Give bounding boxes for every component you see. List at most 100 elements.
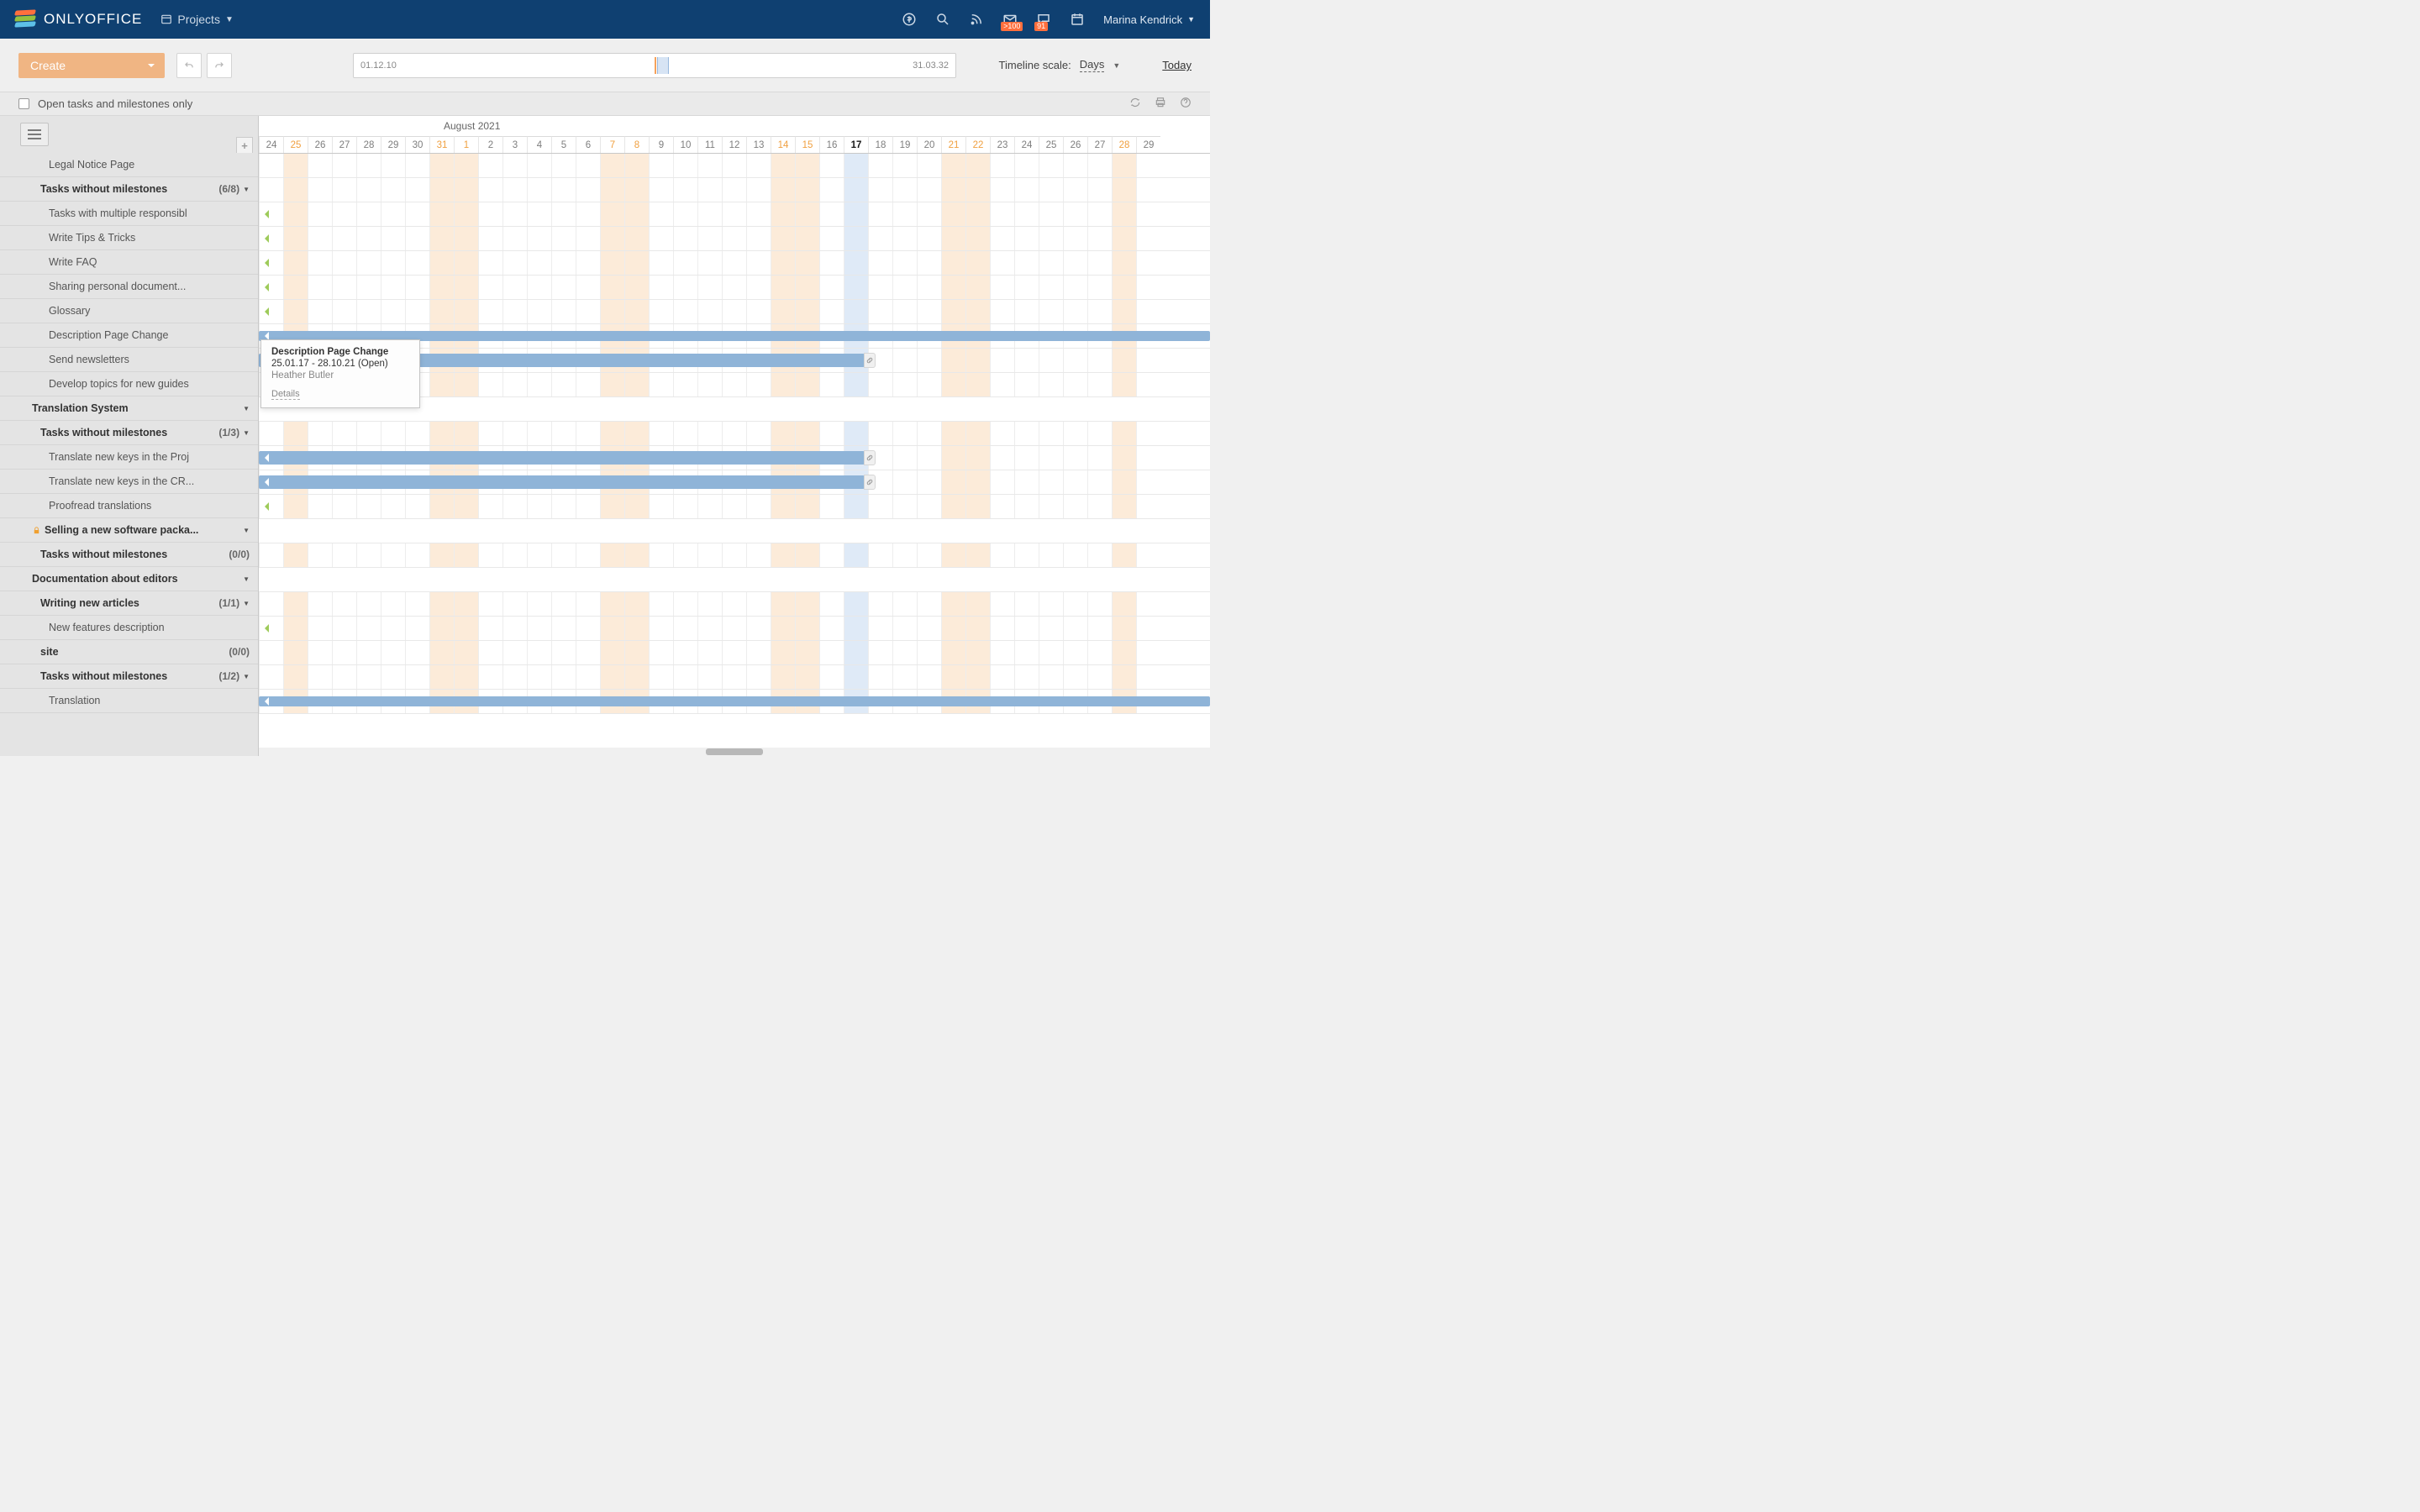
task-row[interactable]: Glossary xyxy=(0,299,258,323)
milestone-header[interactable]: Tasks without milestones(1/3) ▼ xyxy=(0,421,258,445)
undo-button[interactable] xyxy=(176,53,202,78)
project-row[interactable]: Selling a new software packa...▼ xyxy=(0,518,258,543)
lock-icon xyxy=(32,526,41,535)
chat-badge: 91 xyxy=(1034,22,1048,31)
gantt-row[interactable] xyxy=(259,202,1210,227)
calendar-icon[interactable] xyxy=(1070,12,1085,27)
row-count: (1/3) ▼ xyxy=(218,427,250,438)
gantt-bar[interactable] xyxy=(259,475,865,489)
task-row[interactable]: Develop topics for new guides xyxy=(0,372,258,396)
continues-left-icon xyxy=(260,307,269,316)
user-menu[interactable]: Marina Kendrick ▼ xyxy=(1103,13,1195,26)
task-row[interactable]: Translate new keys in the Proj xyxy=(0,445,258,470)
day-cell: 27 xyxy=(332,136,356,153)
gantt-row[interactable] xyxy=(259,568,1210,592)
create-button[interactable]: Create xyxy=(18,53,165,78)
tooltip-details-link[interactable]: Details xyxy=(271,389,300,400)
row-label: Description Page Change xyxy=(49,329,250,341)
gantt-row[interactable] xyxy=(259,276,1210,300)
gantt-row[interactable] xyxy=(259,178,1210,202)
link-icon[interactable] xyxy=(864,475,876,490)
continues-left-icon xyxy=(260,259,269,267)
redo-button[interactable] xyxy=(207,53,232,78)
app-name: ONLYOFFICE xyxy=(44,11,142,28)
gantt-bar[interactable] xyxy=(259,696,1210,706)
row-label: Write Tips & Tricks xyxy=(49,232,250,244)
scale-label: Timeline scale: xyxy=(999,59,1071,71)
day-cell: 26 xyxy=(1063,136,1087,153)
caret-down-icon: ▼ xyxy=(1113,61,1120,70)
milestone-header[interactable]: Tasks without milestones(1/2) ▼ xyxy=(0,664,258,689)
mail-icon[interactable]: >100 xyxy=(1002,12,1018,27)
row-label: Glossary xyxy=(49,305,250,317)
milestone-header[interactable]: site(0/0) xyxy=(0,640,258,664)
chat-icon[interactable]: 91 xyxy=(1036,12,1051,27)
row-label: Writing new articles xyxy=(40,597,213,609)
gantt-row[interactable] xyxy=(259,519,1210,543)
task-tooltip: Description Page Change 25.01.17 - 28.10… xyxy=(260,339,420,408)
row-count: (1/2) ▼ xyxy=(218,670,250,682)
row-label: Tasks without milestones xyxy=(40,183,213,195)
gantt-chart: August 2021 2425262728293031123456789101… xyxy=(259,116,1210,756)
milestone-header[interactable]: Tasks without milestones(0/0) xyxy=(0,543,258,567)
help-icon[interactable] xyxy=(1180,97,1192,111)
gantt-row[interactable] xyxy=(259,543,1210,568)
gantt-row[interactable] xyxy=(259,446,1210,470)
gantt-row[interactable] xyxy=(259,227,1210,251)
menu-icon[interactable] xyxy=(20,123,49,146)
scale-value[interactable]: Days xyxy=(1080,58,1105,72)
gantt-row[interactable] xyxy=(259,251,1210,276)
day-cell: 25 xyxy=(1039,136,1063,153)
feed-icon[interactable] xyxy=(969,12,984,27)
print-icon[interactable] xyxy=(1155,97,1166,111)
gantt-row[interactable] xyxy=(259,495,1210,519)
project-row[interactable]: Documentation about editors▼ xyxy=(0,567,258,591)
task-row[interactable]: Tasks with multiple responsibl xyxy=(0,202,258,226)
day-cell: 22 xyxy=(965,136,990,153)
gantt-row[interactable] xyxy=(259,470,1210,495)
open-only-checkbox[interactable] xyxy=(18,98,29,109)
gantt-body[interactable] xyxy=(259,154,1210,714)
task-row[interactable]: Send newsletters xyxy=(0,348,258,372)
link-icon[interactable] xyxy=(864,353,876,368)
continues-left-icon xyxy=(260,283,269,291)
search-icon[interactable] xyxy=(935,12,950,27)
milestone-header[interactable]: Writing new articles(1/1) ▼ xyxy=(0,591,258,616)
task-row[interactable]: Proofread translations xyxy=(0,494,258,518)
mail-badge: >100 xyxy=(1001,22,1023,31)
task-row[interactable]: Sharing personal document... xyxy=(0,275,258,299)
task-row[interactable]: Write FAQ xyxy=(0,250,258,275)
refresh-icon[interactable] xyxy=(1129,97,1141,111)
gantt-bar[interactable] xyxy=(259,451,865,465)
gantt-row[interactable] xyxy=(259,154,1210,178)
gantt-row[interactable] xyxy=(259,690,1210,714)
gantt-row[interactable] xyxy=(259,300,1210,324)
continues-left-icon xyxy=(260,502,269,511)
gantt-row[interactable] xyxy=(259,592,1210,617)
gantt-row[interactable] xyxy=(259,422,1210,446)
gantt-row[interactable] xyxy=(259,641,1210,665)
task-row[interactable]: Legal Notice Page xyxy=(0,153,258,177)
task-row[interactable]: Description Page Change xyxy=(0,323,258,348)
timeline-range-slider[interactable]: 01.12.10 31.03.32 xyxy=(353,53,956,78)
gantt-row[interactable] xyxy=(259,665,1210,690)
add-column-button[interactable]: + xyxy=(236,137,253,154)
today-link[interactable]: Today xyxy=(1162,59,1192,71)
day-cell: 7 xyxy=(600,136,624,153)
day-cell: 31 xyxy=(429,136,454,153)
gantt-row[interactable] xyxy=(259,617,1210,641)
module-dropdown[interactable]: Projects ▼ xyxy=(160,13,233,26)
task-sidebar: + Legal Notice PageTasks without milesto… xyxy=(0,116,259,756)
task-row[interactable]: Translation xyxy=(0,689,258,713)
day-cell: 24 xyxy=(259,136,283,153)
task-row[interactable]: Translate new keys in the CR... xyxy=(0,470,258,494)
link-icon[interactable] xyxy=(864,450,876,465)
payments-icon[interactable] xyxy=(902,12,917,27)
milestone-header[interactable]: Tasks without milestones(6/8) ▼ xyxy=(0,177,258,202)
horizontal-scrollbar[interactable] xyxy=(259,748,1210,756)
task-row[interactable]: New features description xyxy=(0,616,258,640)
caret-down-icon: ▼ xyxy=(243,575,250,583)
project-row[interactable]: Translation System▼ xyxy=(0,396,258,421)
task-row[interactable]: Write Tips & Tricks xyxy=(0,226,258,250)
row-label: Proofread translations xyxy=(49,500,250,512)
